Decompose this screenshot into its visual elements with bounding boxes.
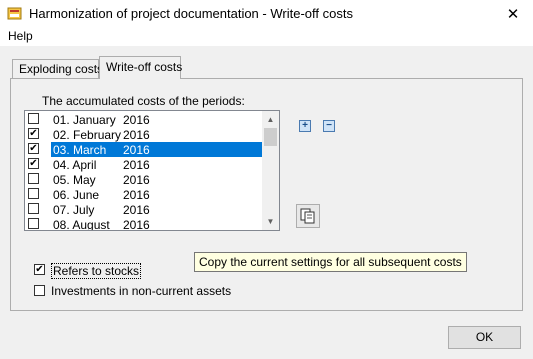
- expand-all-button[interactable]: +: [299, 120, 311, 132]
- list-item-month: 07. July: [53, 203, 95, 217]
- list-scrollbar[interactable]: ▲ ▼: [262, 111, 279, 230]
- list-item-year: 2016: [123, 128, 150, 142]
- list-item-year: 2016: [123, 203, 150, 217]
- refers-to-stocks-label: Refers to stocks: [51, 263, 142, 279]
- list-item-year: 2016: [123, 188, 150, 202]
- periods-listbox[interactable]: 01. January 2016 ✔ 02. February 2016 ✔ 0…: [24, 110, 280, 231]
- title-bar: Harmonization of project documentation -…: [0, 0, 533, 29]
- list-item-month: 01. January: [53, 113, 116, 127]
- collapse-all-button[interactable]: −: [323, 120, 335, 132]
- window-title: Harmonization of project documentation -…: [29, 6, 353, 21]
- tab-write-off-costs[interactable]: Write-off costs: [99, 56, 182, 79]
- copy-settings-button[interactable]: [296, 204, 320, 228]
- list-item[interactable]: 05. May 2016: [25, 172, 263, 187]
- list-item-year: 2016: [123, 158, 150, 172]
- menu-help[interactable]: Help: [8, 29, 33, 43]
- copy-icon: [300, 208, 315, 224]
- list-item-year: 2016: [123, 218, 150, 231]
- investments-label: Investments in non-current assets: [51, 284, 232, 298]
- list-item-month: 02. February: [53, 128, 122, 142]
- list-item-selected[interactable]: ✔ 03. March 2016: [25, 142, 263, 157]
- close-button[interactable]: ✕: [493, 0, 533, 28]
- list-item-month: 08. August: [53, 218, 110, 231]
- minus-icon: −: [326, 120, 332, 131]
- list-item-checkbox[interactable]: ✔: [28, 143, 39, 154]
- list-item-month: 06. June: [53, 188, 100, 202]
- list-item-month: 03. March: [53, 143, 107, 157]
- dialog-window: Harmonization of project documentation -…: [0, 0, 533, 359]
- list-item-checkbox[interactable]: [28, 203, 39, 214]
- ok-button[interactable]: OK: [448, 326, 521, 349]
- scroll-thumb[interactable]: [264, 128, 277, 146]
- list-item-checkbox[interactable]: ✔: [28, 158, 39, 169]
- checkbox-box[interactable]: ✔: [34, 264, 45, 275]
- list-item[interactable]: ✔ 02. February 2016: [25, 127, 263, 142]
- list-item-checkbox[interactable]: ✔: [28, 128, 39, 139]
- list-item-month: 04. April: [53, 158, 97, 172]
- checkmark-icon: ✔: [29, 143, 38, 154]
- list-item-month: 05. May: [53, 173, 96, 187]
- app-icon: [7, 7, 22, 20]
- checkmark-icon: ✔: [29, 128, 38, 139]
- scroll-down-icon[interactable]: ▼: [262, 213, 279, 230]
- list-item[interactable]: 01. January 2016: [25, 112, 263, 127]
- list-item[interactable]: 06. June 2016: [25, 187, 263, 202]
- scroll-up-icon[interactable]: ▲: [262, 111, 279, 128]
- list-item-checkbox[interactable]: [28, 188, 39, 199]
- checkmark-icon: ✔: [29, 158, 38, 169]
- list-item[interactable]: 07. July 2016: [25, 202, 263, 217]
- list-item[interactable]: ✔ 04. April 2016: [25, 157, 263, 172]
- list-item[interactable]: 08. August 2016: [25, 217, 263, 231]
- copy-settings-tooltip: Copy the current settings for all subseq…: [194, 252, 467, 272]
- list-item-checkbox[interactable]: [28, 113, 39, 124]
- menu-bar: Help: [0, 28, 533, 46]
- periods-caption: The accumulated costs of the periods:: [42, 94, 245, 108]
- list-item-checkbox[interactable]: [28, 173, 39, 184]
- tab-exploding-costs[interactable]: Exploding costs: [12, 59, 103, 78]
- plus-icon: +: [302, 120, 308, 131]
- list-item-checkbox[interactable]: [28, 218, 39, 229]
- checkmark-icon: ✔: [35, 264, 44, 275]
- list-item-year: 2016: [123, 143, 150, 157]
- list-item-year: 2016: [123, 173, 150, 187]
- checkbox-box[interactable]: [34, 285, 45, 296]
- close-icon: ✕: [506, 6, 520, 23]
- list-item-year: 2016: [123, 113, 150, 127]
